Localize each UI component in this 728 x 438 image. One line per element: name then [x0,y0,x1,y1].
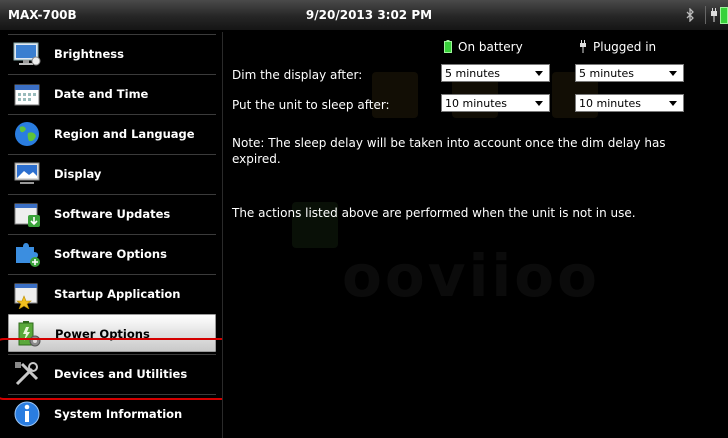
battery-icon[interactable] [720,7,728,24]
sidebar-item-label: Software Updates [54,207,171,221]
battery-icon [444,40,452,53]
sidebar-item-region-and-language[interactable]: Region and Language [8,114,216,152]
dim-display-label: Dim the display after: [232,68,363,82]
select-value: 10 minutes [579,97,642,110]
sidebar-item-brightness[interactable]: Brightness [8,34,216,72]
sidebar-item-software-updates[interactable]: Software Updates [8,194,216,232]
chevron-down-icon [535,71,543,76]
sidebar-item-label: Devices and Utilities [54,367,188,381]
chevron-down-icon [535,101,543,106]
plug-icon [580,40,586,53]
select-value: 10 minutes [445,97,508,110]
status-separator [705,6,706,24]
sleep-unit-label: Put the unit to sleep after: [232,98,390,112]
settings-sidebar: Brightness Date and Time Region and Lang… [0,32,256,438]
column-label: Plugged in [593,40,657,54]
inactivity-note: The actions listed above are performed w… [232,206,636,220]
battery-gear-icon [18,321,41,347]
display-icon [14,162,40,184]
chevron-down-icon [669,101,677,106]
sleep-delay-note: Note: The sleep delay will be taken into… [232,136,666,166]
star-folder-icon [14,283,38,309]
sidebar-item-power-options[interactable]: Power Options [8,314,216,352]
column-plugged-in: Plugged in [579,40,656,54]
select-value: 5 minutes [579,67,635,80]
sidebar-item-label: System Information [54,407,183,421]
sidebar-item-label: Power Options [55,327,150,341]
sidebar-item-display[interactable]: Display [8,154,216,192]
sidebar-item-startup-application[interactable]: Startup Application [8,274,216,312]
sidebar-item-label: Display [54,167,102,181]
info-icon [14,401,40,427]
monitor-brightness-icon [13,42,41,66]
column-label: On battery [458,40,523,54]
sidebar-item-label: Brightness [54,47,124,61]
plug-icon[interactable] [710,8,718,22]
puzzle-icon [16,243,40,267]
status-clock: 9/20/2013 3:02 PM [305,8,433,22]
sidebar-item-software-options[interactable]: Software Options [8,234,216,272]
calendar-icon [14,84,40,106]
download-update-icon [14,203,40,227]
sidebar-item-label: Region and Language [54,127,195,141]
sidebar-item-devices-and-utilities[interactable]: Devices and Utilities [8,354,216,392]
chevron-down-icon [669,71,677,76]
sidebar-item-label: Date and Time [54,87,149,101]
dim-plugged-select[interactable]: 5 minutes [575,64,684,82]
column-on-battery: On battery [444,40,523,54]
sleep-battery-select[interactable]: 10 minutes [441,94,550,112]
dim-battery-select[interactable]: 5 minutes [441,64,550,82]
sleep-plugged-select[interactable]: 10 minutes [575,94,684,112]
select-value: 5 minutes [445,67,501,80]
sidebar-item-system-information[interactable]: System Information [8,394,216,432]
bluetooth-icon[interactable] [685,8,695,22]
tools-icon [15,362,39,386]
sidebar-item-label: Startup Application [54,287,181,301]
sidebar-item-label: Software Options [54,247,167,261]
globe-icon [15,122,39,146]
power-options-panel: ooviioo On battery Plugged in Dim the di… [222,32,728,438]
sidebar-item-date-and-time[interactable]: Date and Time [8,74,216,112]
background-desktop: ooviioo [222,32,728,438]
status-bar: MAX-700B 9/20/2013 3:02 PM [0,0,728,31]
